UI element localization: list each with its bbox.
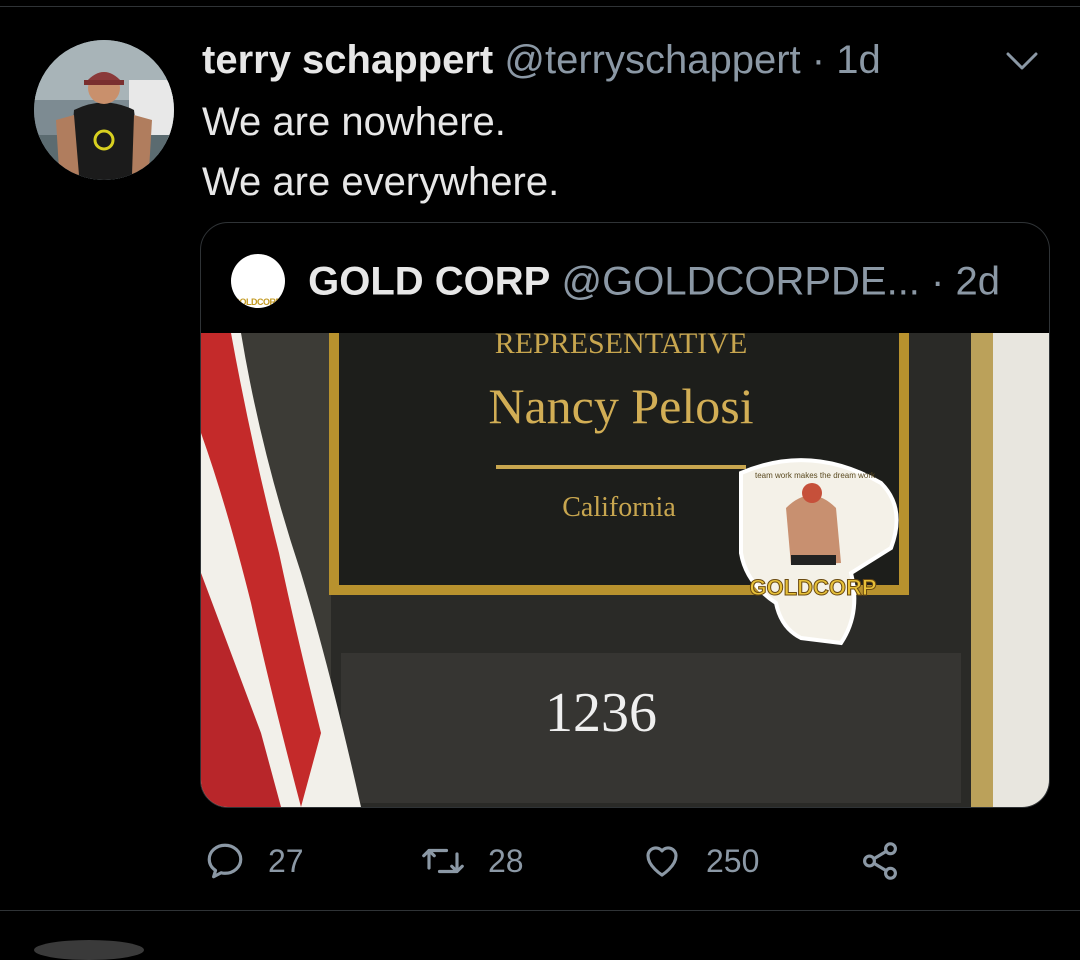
reply-count: 27 (268, 842, 304, 879)
like-count: 250 (706, 842, 760, 879)
header-separator: · (811, 38, 826, 82)
bottom-divider (0, 910, 1080, 911)
share-icon (863, 842, 897, 880)
quoted-author-avatar: GOLDCORP (231, 254, 285, 309)
quoted-logo-text: GOLDCORP (233, 297, 282, 308)
heart-icon (646, 846, 678, 877)
tweet-line: We are nowhere. (202, 100, 506, 144)
author-handle[interactable]: @terryschappert (504, 38, 800, 82)
retweet-button[interactable]: 28 (420, 836, 524, 886)
tweet-header: terry schappert @terryschappert · 1d (202, 36, 881, 84)
reply-icon (207, 843, 243, 879)
top-divider (0, 6, 1080, 7)
reply-button[interactable]: 27 (204, 836, 304, 886)
tweet-text: We are nowhere. We are everywhere. (202, 92, 559, 212)
chevron-down-icon (1006, 52, 1038, 70)
next-tweet-avatar-peek (34, 940, 144, 960)
like-button[interactable]: 250 (640, 836, 759, 886)
quoted-separator: · (931, 259, 945, 304)
quoted-tweet-photo[interactable]: REPRESENTATIVE Nancy Pelosi California t… (201, 333, 1049, 807)
quoted-tweet[interactable]: GOLDCORP GOLD CORP @GOLDCORPDE... · 2d R… (200, 222, 1050, 808)
retweet-icon (422, 848, 464, 874)
tweet-actions: 27 28 250 (0, 836, 1080, 886)
tweet-timestamp[interactable]: 1d (836, 38, 881, 82)
plaque-title: REPRESENTATIVE (495, 333, 748, 360)
room-number: 1236 (545, 682, 657, 744)
avatar-photo (34, 40, 174, 180)
author-name[interactable]: terry schappert (202, 38, 493, 82)
plaque-state: California (562, 492, 676, 523)
plaque-name: Nancy Pelosi (488, 378, 753, 434)
quoted-tweet-header: GOLDCORP GOLD CORP @GOLDCORPDE... · 2d (231, 251, 1001, 309)
sticker-caption: team work makes the dream work (755, 471, 876, 480)
quoted-author-handle: @GOLDCORPDE... (561, 259, 920, 304)
sticker-brand: GOLDCORP (749, 575, 876, 600)
quoted-author-name: GOLD CORP (308, 259, 551, 304)
tweet-menu-button[interactable] (1002, 46, 1042, 76)
quoted-timestamp: 2d (955, 259, 1001, 304)
retweet-count: 28 (488, 842, 524, 879)
share-button[interactable] (858, 836, 924, 886)
tweet-line: We are everywhere. (202, 160, 560, 204)
author-avatar[interactable] (34, 40, 174, 180)
